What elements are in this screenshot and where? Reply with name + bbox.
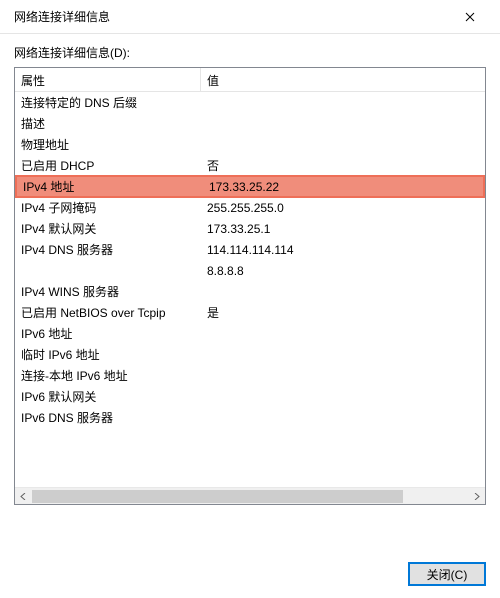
- table-row[interactable]: 物理地址: [15, 134, 485, 155]
- scroll-left-button[interactable]: [15, 488, 32, 505]
- close-icon: [465, 12, 475, 22]
- property-cell: IPv4 默认网关: [15, 220, 201, 237]
- table-row[interactable]: 已启用 DHCP否: [15, 155, 485, 176]
- titlebar: 网络连接详细信息: [0, 0, 500, 34]
- chevron-left-icon: [20, 493, 27, 500]
- column-header-value[interactable]: 值: [201, 68, 485, 92]
- property-cell: IPv6 默认网关: [15, 388, 201, 405]
- table-row[interactable]: 已启用 NetBIOS over Tcpip是: [15, 302, 485, 323]
- details-listview[interactable]: 属性 值 连接特定的 DNS 后缀描述物理地址已启用 DHCP否IPv4 地址1…: [14, 67, 486, 505]
- property-cell: IPv4 子网掩码: [15, 199, 201, 216]
- table-row[interactable]: 8.8.8.8: [15, 260, 485, 281]
- column-header-property[interactable]: 属性: [15, 68, 201, 92]
- value-cell: 是: [201, 304, 485, 321]
- property-cell: IPv4 地址: [17, 178, 203, 195]
- value-cell: 114.114.114.114: [201, 243, 485, 257]
- listview-header: 属性 值: [15, 68, 485, 92]
- list-label: 网络连接详细信息(D):: [14, 44, 486, 61]
- table-row[interactable]: IPv4 默认网关173.33.25.1: [15, 218, 485, 239]
- property-cell: 已启用 DHCP: [15, 157, 201, 174]
- table-row[interactable]: IPv4 子网掩码255.255.255.0: [15, 197, 485, 218]
- content-area: 网络连接详细信息(D): 属性 值 连接特定的 DNS 后缀描述物理地址已启用 …: [0, 34, 500, 505]
- property-cell: 连接特定的 DNS 后缀: [15, 94, 201, 111]
- table-row[interactable]: IPv6 DNS 服务器: [15, 407, 485, 428]
- value-cell: 否: [201, 157, 485, 174]
- property-cell: IPv6 地址: [15, 325, 201, 342]
- listview-body: 连接特定的 DNS 后缀描述物理地址已启用 DHCP否IPv4 地址173.33…: [15, 92, 485, 487]
- value-cell: 173.33.25.1: [201, 222, 485, 236]
- window-title: 网络连接详细信息: [14, 8, 110, 25]
- property-cell: IPv4 WINS 服务器: [15, 283, 201, 300]
- table-row[interactable]: IPv4 地址173.33.25.22: [15, 175, 485, 198]
- horizontal-scrollbar[interactable]: [15, 487, 485, 504]
- dialog-footer: 关闭(C): [408, 562, 486, 586]
- scroll-right-button[interactable]: [468, 488, 485, 505]
- property-cell: 临时 IPv6 地址: [15, 346, 201, 363]
- scroll-track[interactable]: [32, 488, 468, 505]
- chevron-right-icon: [473, 493, 480, 500]
- table-row[interactable]: IPv6 地址: [15, 323, 485, 344]
- table-row[interactable]: 连接特定的 DNS 后缀: [15, 92, 485, 113]
- property-cell: 物理地址: [15, 136, 201, 153]
- value-cell: 173.33.25.22: [203, 180, 483, 194]
- property-cell: 描述: [15, 115, 201, 132]
- table-row[interactable]: IPv4 WINS 服务器: [15, 281, 485, 302]
- table-row[interactable]: 连接-本地 IPv6 地址: [15, 365, 485, 386]
- value-cell: 255.255.255.0: [201, 201, 485, 215]
- property-cell: 连接-本地 IPv6 地址: [15, 367, 201, 384]
- table-row[interactable]: IPv4 DNS 服务器114.114.114.114: [15, 239, 485, 260]
- property-cell: 已启用 NetBIOS over Tcpip: [15, 304, 201, 321]
- property-cell: IPv4 DNS 服务器: [15, 241, 201, 258]
- table-row[interactable]: 描述: [15, 113, 485, 134]
- table-row[interactable]: IPv6 默认网关: [15, 386, 485, 407]
- table-row[interactable]: 临时 IPv6 地址: [15, 344, 485, 365]
- window-close-button[interactable]: [452, 3, 488, 31]
- close-button[interactable]: 关闭(C): [408, 562, 486, 586]
- property-cell: IPv6 DNS 服务器: [15, 409, 201, 426]
- value-cell: 8.8.8.8: [201, 264, 485, 278]
- scroll-thumb[interactable]: [32, 490, 403, 503]
